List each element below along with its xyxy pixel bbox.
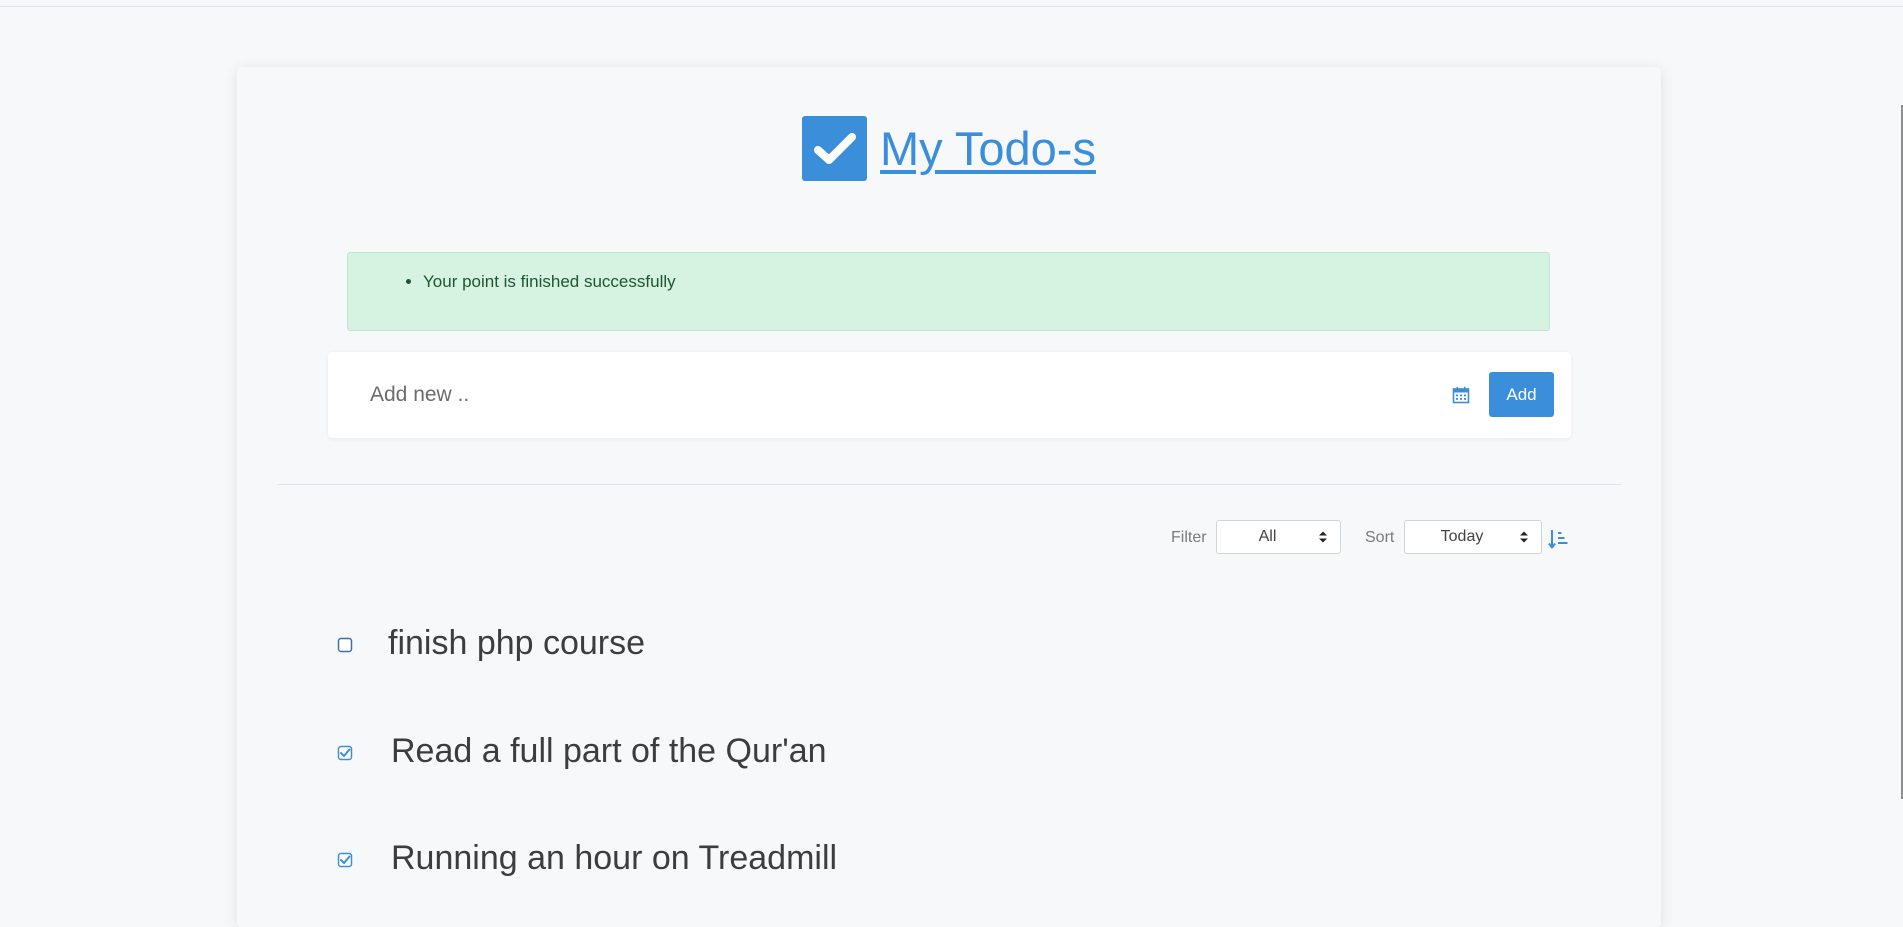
select-arrows-icon [1318, 530, 1328, 544]
todo-item[interactable]: finish php course [237, 615, 1661, 675]
check-square-icon [802, 116, 868, 181]
unchecked-box-icon[interactable] [337, 637, 353, 653]
add-todo-input[interactable] [368, 372, 1372, 418]
add-button[interactable]: Add [1489, 372, 1554, 417]
sort-select[interactable]: Today [1404, 520, 1542, 554]
checked-box-icon[interactable] [337, 852, 353, 868]
filter-select-value: All [1258, 528, 1277, 545]
alert-message: Your point is finished successfully [423, 271, 1549, 293]
filter-select[interactable]: All [1216, 520, 1341, 554]
top-border-line [0, 6, 1903, 7]
sort-select-value: Today [1440, 528, 1484, 545]
page-title-link[interactable]: My Todo-s [880, 121, 1096, 176]
select-arrows-icon [1519, 530, 1529, 544]
add-todo-form: Add [328, 352, 1571, 438]
todo-text: finish php course [388, 624, 646, 662]
sort-label: Sort [1365, 529, 1395, 546]
success-alert: Your point is finished successfully [347, 252, 1550, 331]
todo-item[interactable]: Running an hour on Treadmill [237, 830, 1661, 890]
todo-text: Read a full part of the Qur'an [391, 732, 827, 770]
calendar-icon[interactable] [1452, 386, 1470, 404]
todo-item[interactable]: Read a full part of the Qur'an [237, 723, 1661, 783]
sort-amount-asc-icon[interactable] [1548, 528, 1570, 550]
alert-message-list: Your point is finished successfully [348, 271, 1549, 293]
todo-card: My Todo-s Your point is finished success… [237, 67, 1661, 927]
section-divider [277, 484, 1621, 485]
checked-box-icon[interactable] [337, 745, 353, 761]
todo-text: Running an hour on Treadmill [391, 839, 838, 877]
title-row: My Todo-s [237, 116, 1661, 181]
filter-label: Filter [1171, 529, 1207, 546]
